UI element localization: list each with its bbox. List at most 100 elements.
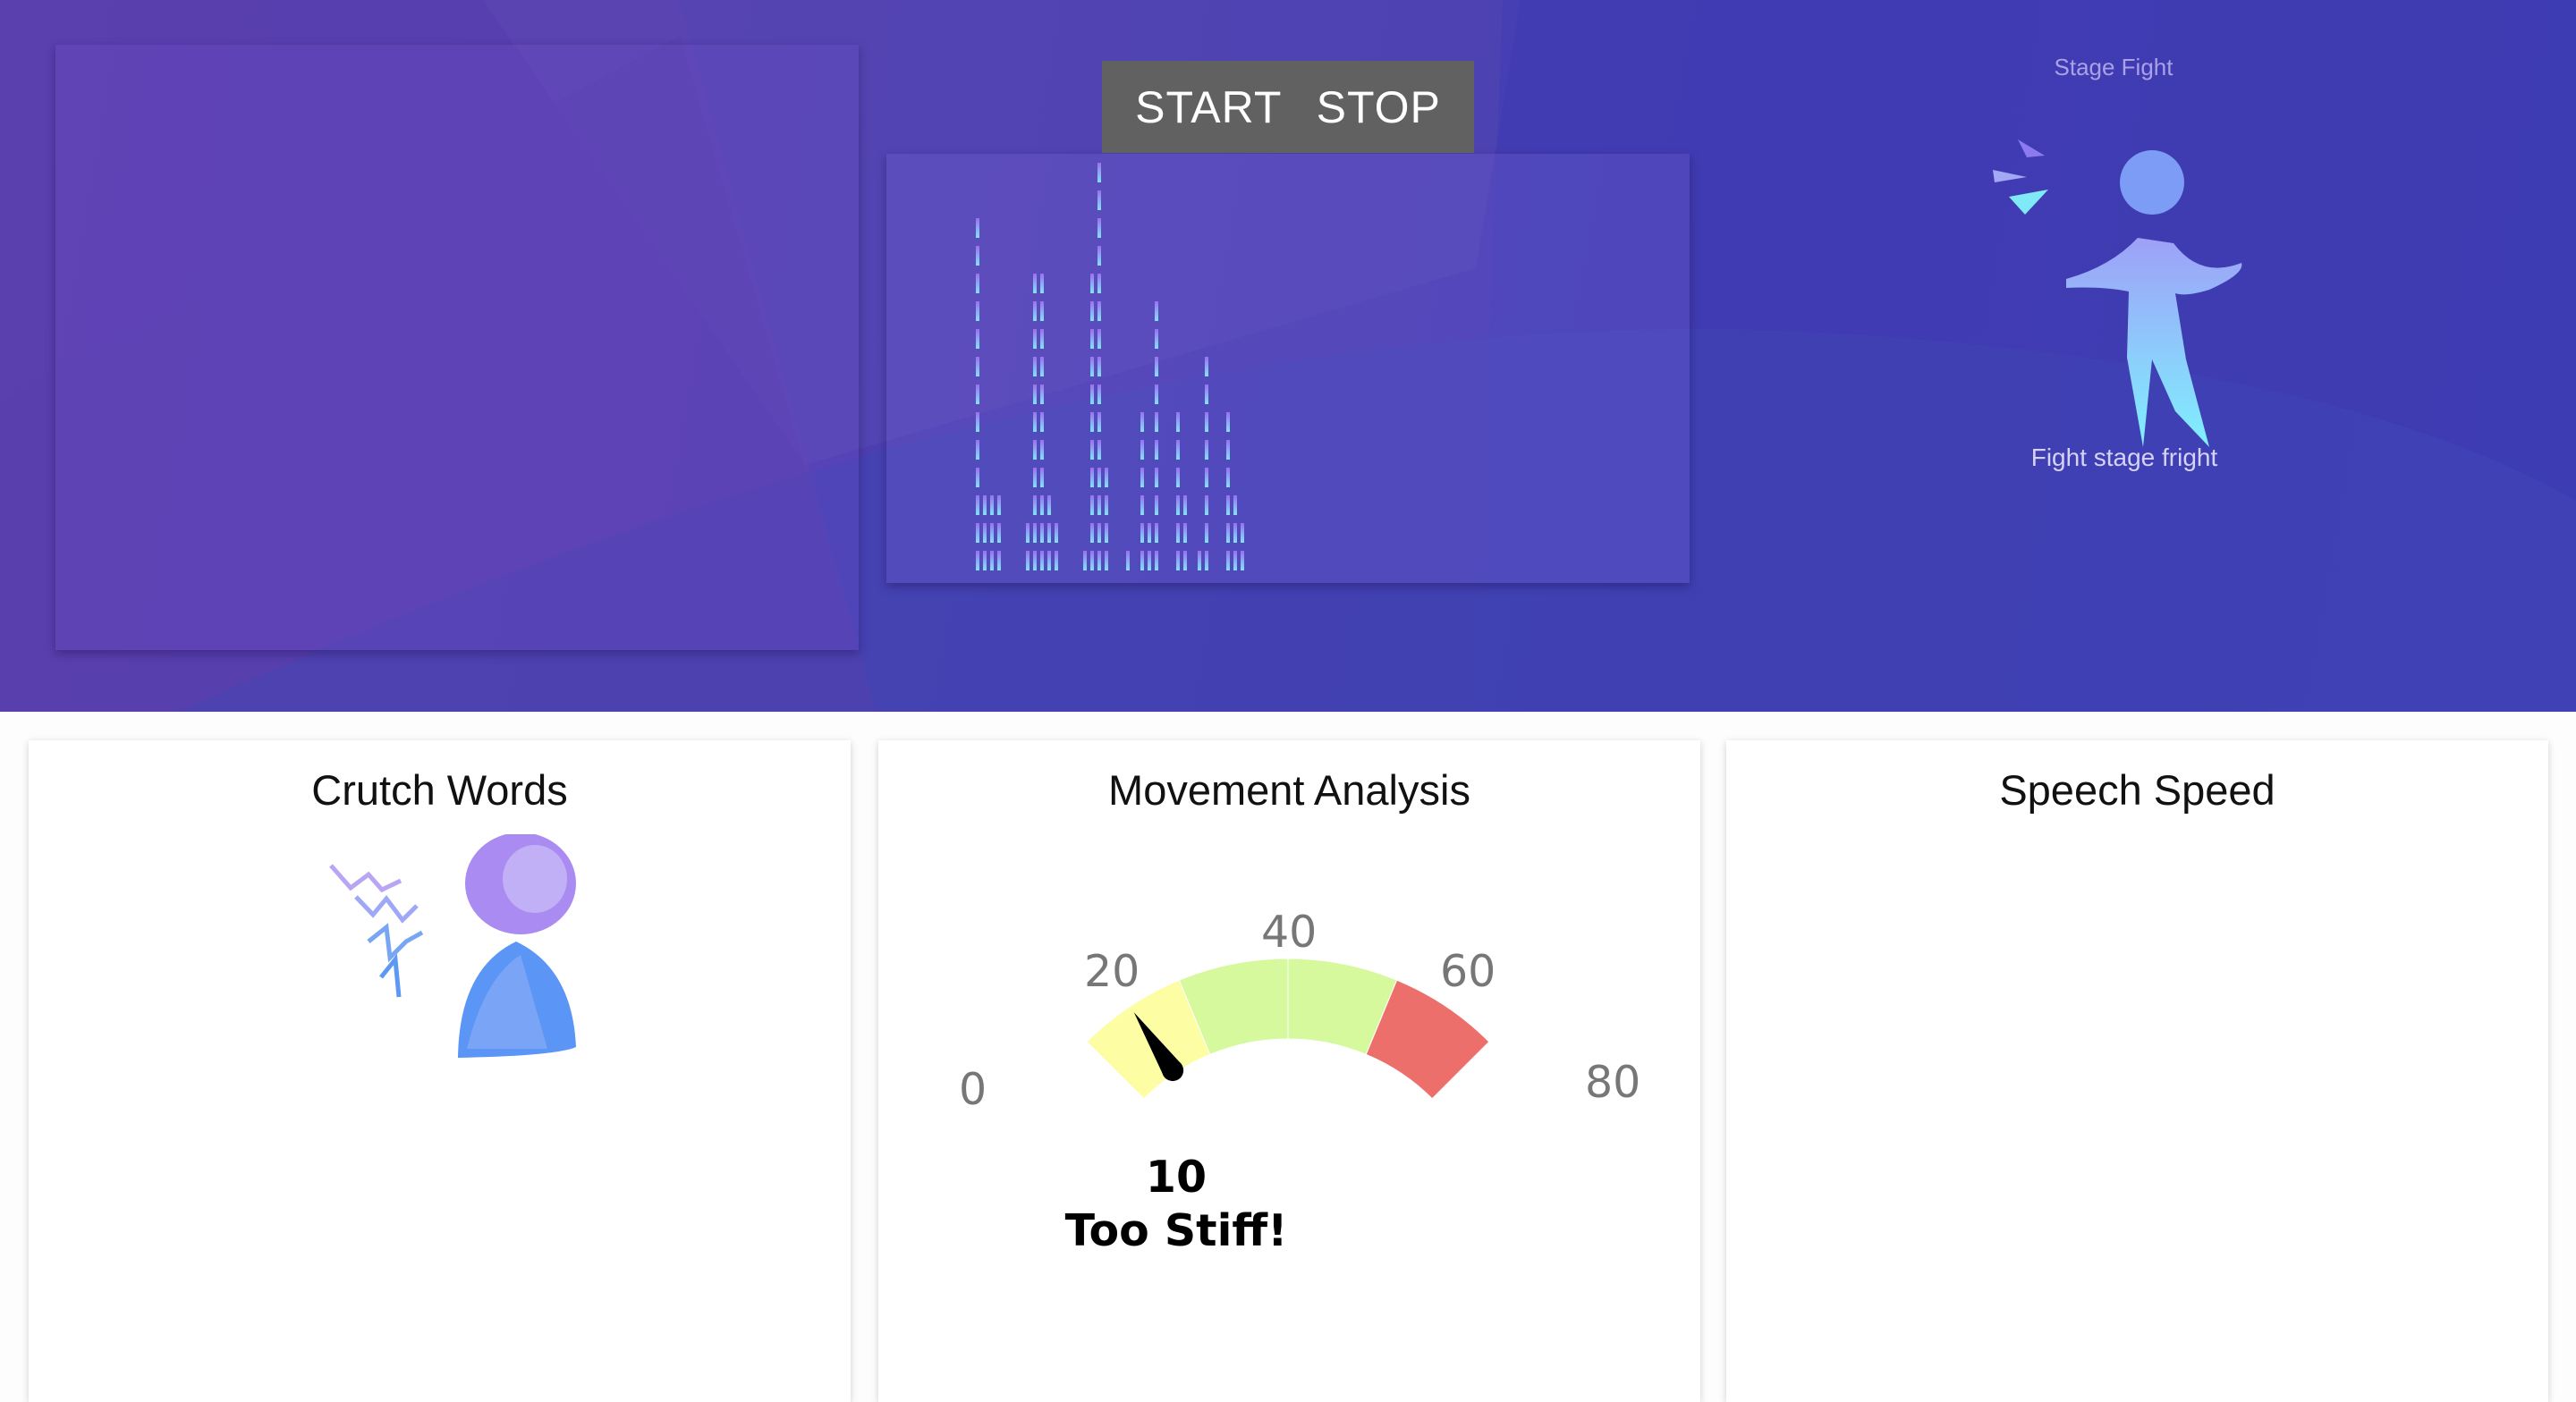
audio-level-segment: [976, 274, 979, 293]
audio-level-segment: [1090, 440, 1094, 460]
audio-level-segment: [1055, 523, 1058, 543]
audio-level-segment: [1040, 440, 1044, 460]
audio-level-segment: [976, 218, 979, 238]
audio-level-segment: [1097, 495, 1101, 515]
gauge-tick-label: 80: [1585, 1057, 1641, 1108]
audio-level-segment: [1040, 329, 1044, 349]
audio-level-segment: [1183, 551, 1187, 570]
audio-level-segment: [1105, 551, 1108, 570]
audio-level-segment: [1233, 495, 1237, 515]
audio-level-segment: [976, 440, 979, 460]
audio-level-segment: [976, 523, 979, 543]
gauge-tick-label: 20: [1084, 946, 1140, 997]
audio-level-segment: [1097, 190, 1101, 210]
gauge-tick-label: 40: [1261, 907, 1318, 958]
audio-level-segment: [1183, 523, 1187, 543]
audio-level-segment: [1226, 551, 1230, 570]
audio-level-segment: [1090, 523, 1094, 543]
audio-level-segment: [1155, 440, 1158, 460]
audio-level-segment: [1155, 495, 1158, 515]
video-preview-panel: [55, 45, 859, 650]
audio-level-segment: [1205, 468, 1208, 487]
audio-level-segment: [1033, 412, 1037, 432]
audio-level-segment: [1226, 523, 1230, 543]
speaking-person-icon: [329, 834, 576, 1058]
audio-level-segment: [1090, 412, 1094, 432]
audio-level-segment: [1040, 274, 1044, 293]
audio-level-segment: [1097, 551, 1101, 570]
audio-level-segment: [1097, 329, 1101, 349]
audio-level-segment: [1176, 495, 1180, 515]
audio-level-segment: [1040, 301, 1044, 321]
audio-level-segment: [1040, 412, 1044, 432]
audio-level-segment: [1026, 523, 1030, 543]
audio-level-segment: [1090, 329, 1094, 349]
audio-level-segment: [1047, 523, 1051, 543]
audio-level-segment: [1097, 274, 1101, 293]
audio-level-segment: [1140, 551, 1144, 570]
audio-level-segment: [1033, 523, 1037, 543]
audio-level-segment: [990, 495, 994, 515]
audio-level-segment: [1090, 357, 1094, 376]
audio-level-segment: [1148, 551, 1151, 570]
audio-level-segment: [1097, 218, 1101, 238]
audio-level-segment: [976, 246, 979, 266]
audio-level-segment: [1090, 301, 1094, 321]
audio-level-segment: [1105, 495, 1108, 515]
audio-level-segment: [1033, 468, 1037, 487]
audio-level-segment: [1105, 523, 1108, 543]
audio-visualizer-panel: [886, 154, 1690, 583]
audio-level-segment: [1176, 468, 1180, 487]
audio-level-segment: [1097, 468, 1101, 487]
audio-level-segment: [1097, 523, 1101, 543]
audio-level-bars: [976, 163, 1244, 570]
start-button[interactable]: START: [1135, 81, 1282, 133]
audio-level-segment: [1226, 495, 1230, 515]
audio-level-segment: [1226, 440, 1230, 460]
audio-level-segment: [1176, 412, 1180, 432]
audio-level-segment: [1033, 384, 1037, 404]
audio-level-segment: [976, 329, 979, 349]
audio-level-segment: [1097, 163, 1101, 182]
audio-level-segment: [1205, 495, 1208, 515]
audio-level-segment: [1033, 440, 1037, 460]
crutch-words-card: Crutch Words: [29, 740, 851, 1402]
audio-level-segment: [1097, 357, 1101, 376]
audio-level-segment: [1148, 523, 1151, 543]
audio-level-segment: [1140, 468, 1144, 487]
gauge-tick-label: 0: [959, 1064, 987, 1115]
audio-level-segment: [1047, 495, 1051, 515]
audio-level-segment: [997, 495, 1001, 515]
audio-level-segment: [1140, 440, 1144, 460]
card-title: Movement Analysis: [1108, 766, 1470, 814]
audio-level-segment: [1090, 551, 1094, 570]
hero-section: START STOP Stage Fight Fight stage frigh…: [0, 0, 2576, 712]
audio-level-segment: [1205, 523, 1208, 543]
audio-level-segment: [1226, 412, 1230, 432]
audio-level-segment: [1176, 551, 1180, 570]
audio-level-segment: [1040, 468, 1044, 487]
audio-level-segment: [1241, 551, 1244, 570]
audio-level-segment: [1205, 384, 1208, 404]
audio-level-segment: [1097, 440, 1101, 460]
audio-level-segment: [1047, 551, 1051, 570]
audio-level-segment: [1033, 495, 1037, 515]
audio-level-segment: [1205, 440, 1208, 460]
audio-level-segment: [1155, 468, 1158, 487]
audio-level-segment: [1090, 274, 1094, 293]
brand-block: Stage Fight Fight stage fright: [1950, 54, 2326, 483]
stop-button[interactable]: STOP: [1317, 81, 1441, 133]
audio-level-segment: [1241, 523, 1244, 543]
audio-level-segment: [976, 468, 979, 487]
audio-level-segment: [990, 551, 994, 570]
audio-level-segment: [997, 551, 1001, 570]
audio-level-segment: [1155, 551, 1158, 570]
audio-level-segment: [1026, 551, 1030, 570]
audio-level-segment: [1105, 468, 1108, 487]
audio-level-segment: [1205, 412, 1208, 432]
audio-level-segment: [1033, 357, 1037, 376]
gauge-value: 10: [1145, 1152, 1208, 1203]
card-title: Speech Speed: [1999, 766, 2275, 814]
audio-level-segment: [1233, 523, 1237, 543]
audio-level-segment: [983, 523, 987, 543]
